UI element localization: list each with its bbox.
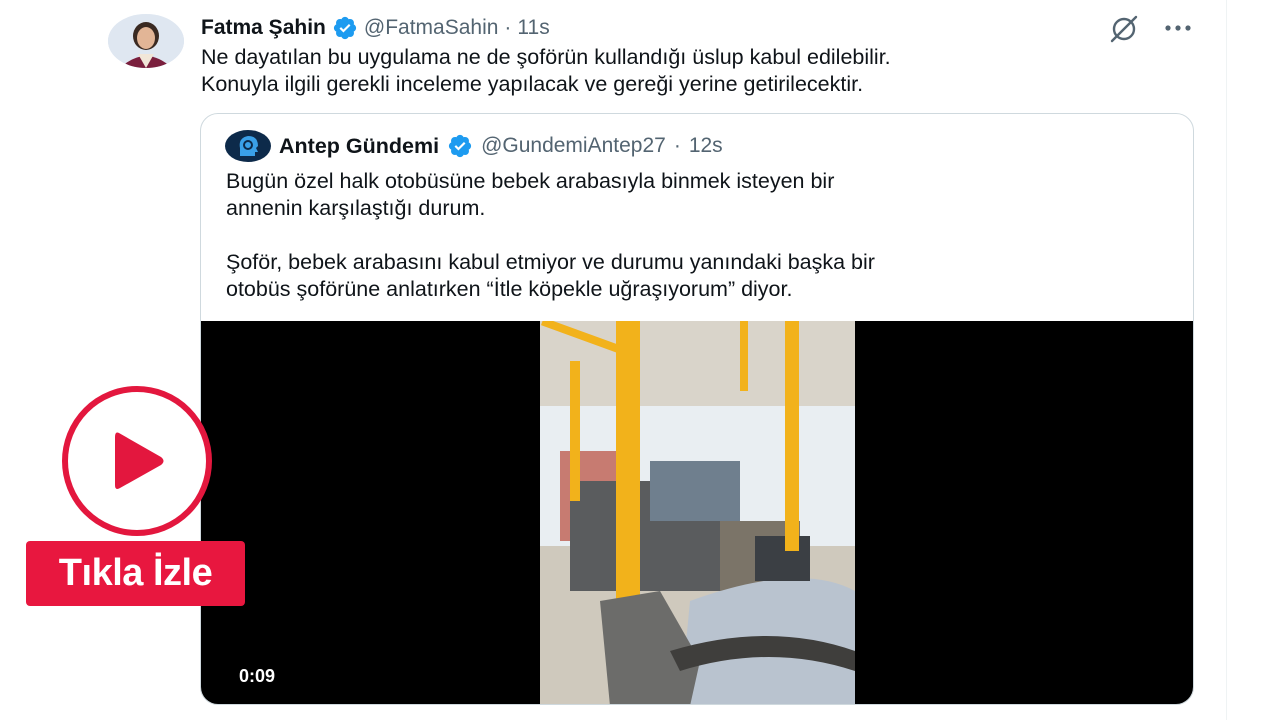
- author-name[interactable]: Fatma Şahin: [201, 16, 326, 40]
- verified-badge-icon[interactable]: [447, 133, 473, 159]
- video-frame: [540, 321, 855, 704]
- quoted-author-handle[interactable]: @GundemiAntep27: [481, 134, 666, 158]
- watch-cta-label: Tıkla İzle: [58, 552, 213, 594]
- quoted-text-paragraph: Şoför, bebek arabasını kabul etmiyor ve …: [226, 249, 1166, 303]
- verified-badge-icon[interactable]: [332, 15, 358, 41]
- tweet-text-line: Konuyla ilgili gerekli inceleme yapılaca…: [201, 72, 864, 96]
- quoted-text-line: annenin karşılaştığı durum.: [226, 196, 486, 220]
- head-gear-logo-icon: [239, 136, 258, 156]
- slashed-circle-icon[interactable]: [1108, 12, 1140, 44]
- watch-cta-button[interactable]: Tıkla İzle: [26, 541, 245, 606]
- quoted-text-line: otobüs şoförüne anlatırken “İtle köpekle…: [226, 277, 793, 301]
- quoted-text-line: Şoför, bebek arabasını kabul etmiyor ve …: [226, 250, 875, 274]
- separator-dot: ·: [673, 134, 681, 157]
- quoted-text-paragraph: Bugün özel halk otobüsüne bebek arabasıy…: [226, 168, 1166, 222]
- quoted-author-avatar[interactable]: [225, 130, 271, 162]
- separator-dot: ·: [504, 16, 512, 39]
- tweet-timestamp[interactable]: 11s: [517, 16, 549, 40]
- quoted-tweet-card[interactable]: Antep Gündemi @GundemiAntep27 · 12s Bugü…: [200, 113, 1194, 705]
- author-handle[interactable]: @FatmaSahin: [364, 16, 499, 40]
- quoted-text-line: Bugün özel halk otobüsüne bebek arabasıy…: [226, 169, 835, 193]
- tweet-text-line: Ne dayatılan bu uygulama ne de şoförün k…: [201, 45, 891, 69]
- video-duration: 0:09: [239, 666, 276, 686]
- more-options-icon[interactable]: [1162, 12, 1194, 44]
- quoted-tweet-header: Antep Gündemi @GundemiAntep27 · 12s: [225, 130, 723, 162]
- quoted-author-name[interactable]: Antep Gündemi: [279, 134, 439, 159]
- quoted-tweet-timestamp[interactable]: 12s: [689, 134, 723, 158]
- video-player[interactable]: 0:09: [201, 321, 1193, 704]
- author-avatar[interactable]: [108, 14, 184, 68]
- right-column-divider: [1226, 0, 1227, 720]
- tweet-header: Fatma Şahin @FatmaSahin · 11s: [201, 14, 550, 42]
- play-button[interactable]: [62, 386, 212, 536]
- quoted-tweet-text: Bugün özel halk otobüsüne bebek arabasıy…: [226, 168, 1166, 303]
- bus-interior-scene: [540, 321, 855, 704]
- tweet-actions-top: [1108, 12, 1194, 44]
- avatar-portrait-image: [108, 14, 184, 68]
- play-icon: [115, 432, 164, 489]
- tweet-text: Ne dayatılan bu uygulama ne de şoförün k…: [201, 44, 1201, 98]
